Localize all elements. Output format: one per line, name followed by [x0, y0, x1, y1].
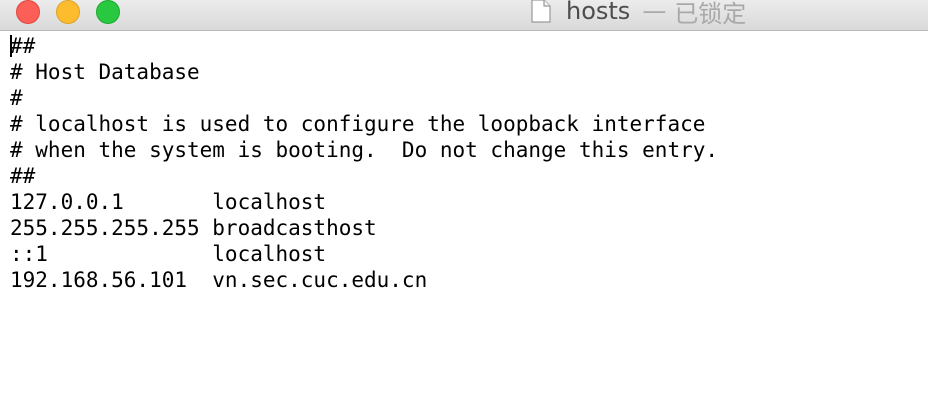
text-line: 127.0.0.1 localhost — [10, 190, 327, 214]
lock-status: 已锁定 — [674, 0, 747, 28]
close-button[interactable] — [16, 0, 40, 24]
window-title: hosts — 已锁定 — [530, 0, 747, 28]
title-separator: — — [642, 0, 667, 25]
text-line: 255.255.255.255 broadcasthost — [10, 216, 377, 240]
document-name: hosts — [566, 0, 631, 25]
minimize-button[interactable] — [56, 0, 80, 24]
text-line: # when the system is booting. Do not cha… — [10, 138, 719, 162]
text-line: ::1 localhost — [10, 242, 327, 266]
text-line: ## — [10, 34, 36, 58]
text-line: ## — [10, 164, 36, 188]
text-line: 192.168.56.101 vn.sec.cuc.edu.cn — [10, 268, 428, 292]
zoom-button[interactable] — [96, 0, 120, 24]
text-line: # Host Database — [10, 60, 200, 84]
title-bar[interactable]: hosts — 已锁定 — [0, 0, 928, 31]
text-line: # localhost is used to configure the loo… — [10, 112, 706, 136]
text-line: # — [10, 86, 23, 110]
document-icon — [530, 0, 552, 23]
text-cursor — [10, 35, 12, 57]
text-area[interactable]: ## # Host Database # # localhost is used… — [10, 33, 920, 393]
text-editor-window: hosts — 已锁定 ## # Host Database # # local… — [0, 0, 928, 400]
